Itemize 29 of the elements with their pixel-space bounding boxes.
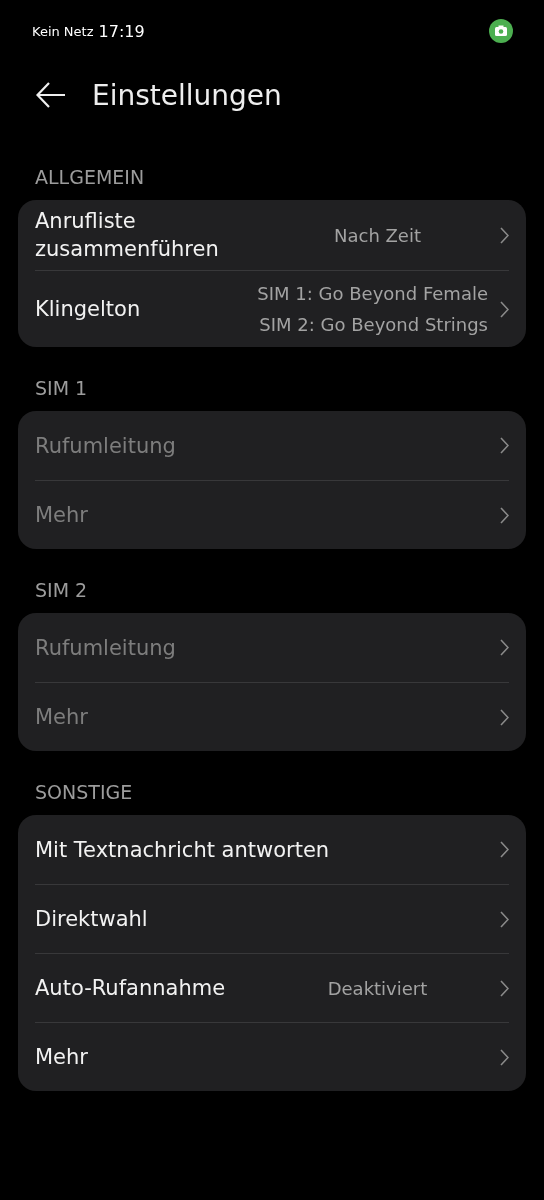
setting-value: Nach Zeit	[334, 223, 421, 248]
chevron-right-icon	[500, 841, 509, 858]
setting-label[interactable]: Anrufliste zusammenführen	[35, 207, 255, 263]
setting-label[interactable]: Direktwahl	[35, 905, 488, 933]
chevron-right-icon	[500, 979, 509, 997]
clock-text: 17:19	[98, 21, 146, 41]
setting-value: SIM 1: Go Beyond Female	[257, 282, 488, 306]
chevron-right-icon	[500, 437, 509, 454]
setting-label[interactable]: Mehr	[35, 1043, 488, 1071]
setting-label[interactable]: Auto-Rufannahme	[35, 974, 255, 1002]
setting-label[interactable]: Mit Textnachricht antworten	[35, 835, 488, 864]
chevron-right-icon	[500, 708, 509, 726]
setting-value: SIM 2: Go Beyond Strings	[259, 313, 488, 337]
chevron-right-icon	[500, 910, 509, 928]
section-heading: SONSTIGE	[34, 781, 134, 803]
camera-icon	[489, 19, 513, 43]
back-arrow-icon[interactable]	[36, 82, 66, 108]
section-heading: ALLGEMEIN	[34, 166, 146, 188]
setting-label[interactable]: Klingelton	[35, 295, 246, 323]
chevron-right-icon	[500, 226, 509, 244]
page-title: Einstellungen	[92, 78, 282, 112]
chevron-right-icon	[500, 300, 509, 318]
section-heading: SIM 1	[34, 377, 89, 399]
setting-value: Deaktiviert	[327, 976, 428, 1001]
chevron-right-icon	[500, 639, 509, 656]
chevron-right-icon	[500, 506, 509, 524]
chevron-right-icon	[500, 1048, 509, 1066]
section-heading: SIM 2	[34, 579, 89, 601]
carrier-text: Kein Netz	[32, 23, 94, 39]
